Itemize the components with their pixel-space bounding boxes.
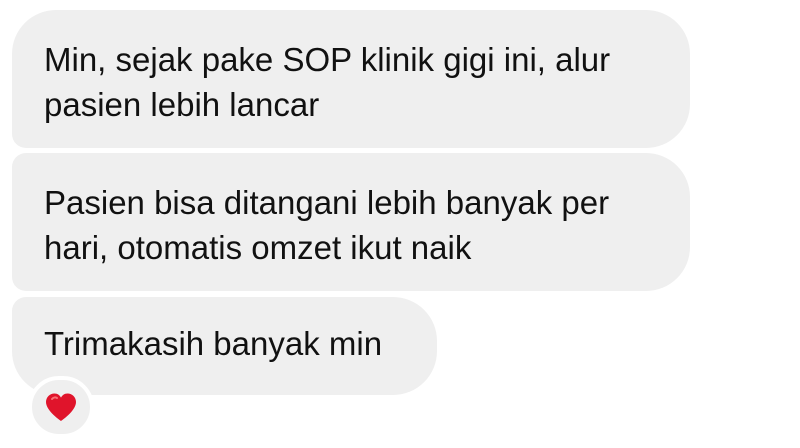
message-bubble[interactable]: Pasien bisa ditangani lebih banyak per h…: [12, 153, 690, 291]
message-bubble[interactable]: Min, sejak pake SOP klinik gigi ini, alu…: [12, 10, 690, 148]
heart-icon: [44, 392, 78, 422]
chat-thread: Min, sejak pake SOP klinik gigi ini, alu…: [0, 0, 800, 448]
message-reaction[interactable]: [28, 376, 94, 438]
